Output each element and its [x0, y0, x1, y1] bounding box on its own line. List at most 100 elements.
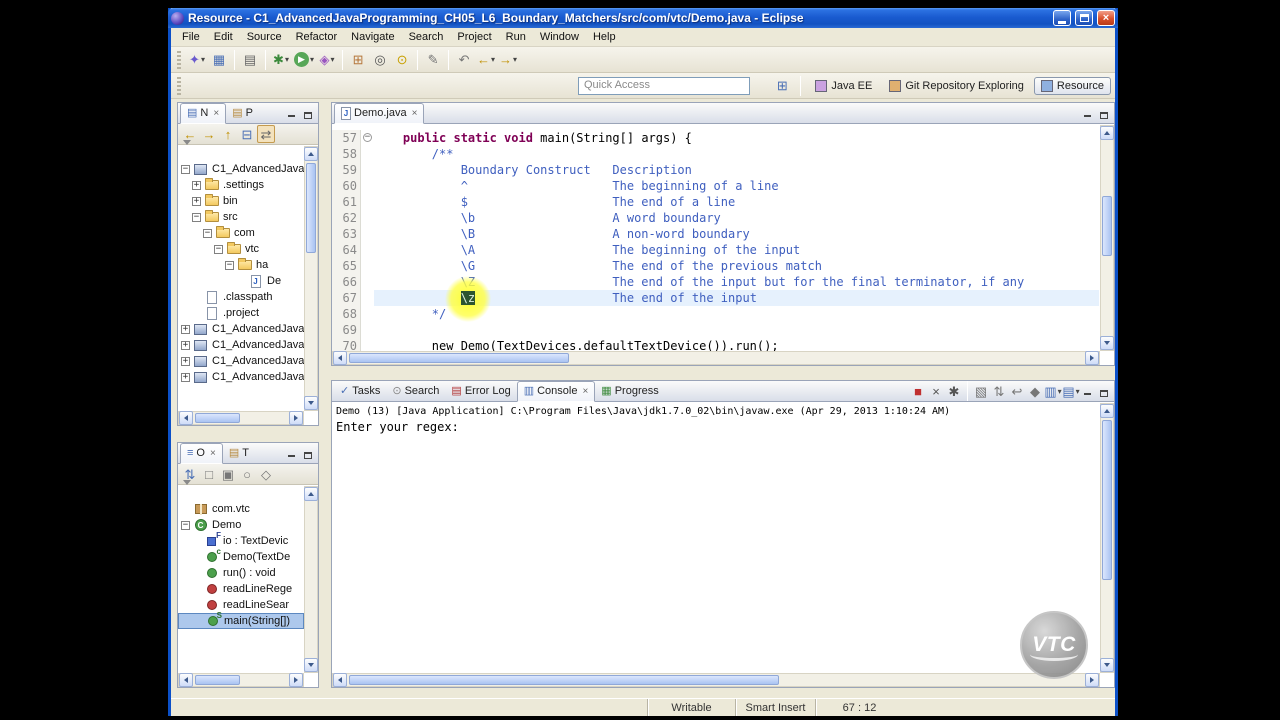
navigator-hscrollbar[interactable]	[178, 411, 304, 425]
scroll-down-button[interactable]	[1100, 336, 1114, 350]
editor-maximize-button[interactable]	[1097, 107, 1111, 119]
tree-item--settings[interactable]: + .settings	[178, 177, 304, 193]
mark-occurrences-button[interactable]: ✎	[422, 49, 444, 71]
clear-console-button[interactable]: ▧	[972, 382, 990, 400]
expand-icon[interactable]: +	[181, 340, 190, 350]
tree-item-c1-advancedjava[interactable]: + C1_AdvancedJava	[178, 369, 304, 385]
console-tab-progress[interactable]: ▦ Progress	[595, 381, 664, 402]
menu-run[interactable]: Run	[499, 29, 533, 45]
scroll-left-button[interactable]	[179, 673, 193, 687]
toolbar-drag-handle[interactable]	[177, 50, 181, 69]
menu-refactor[interactable]: Refactor	[289, 29, 345, 45]
scroll-down-button[interactable]	[304, 658, 318, 672]
scroll-thumb[interactable]	[306, 163, 316, 253]
console-tab-tasks[interactable]: ✓ Tasks	[334, 381, 386, 402]
open-perspective-button[interactable]: ⊞	[771, 75, 793, 97]
navigator-vscrollbar[interactable]	[304, 146, 318, 411]
tree-item-de[interactable]: J De	[178, 273, 304, 289]
tree-item-c1-advancedjava[interactable]: + C1_AdvancedJava	[178, 337, 304, 353]
forward-dropdown-icon[interactable]: ▾	[513, 55, 517, 64]
navigator-tab-package-explorer[interactable]: ▤ P	[226, 103, 259, 124]
outline-minimize-button[interactable]	[284, 447, 298, 459]
open-console-button[interactable]: ▤ ▾	[1062, 382, 1080, 400]
console-tab-search[interactable]: ⊙ Search	[386, 381, 445, 402]
tree-item-c1-advancedjava[interactable]: + C1_AdvancedJava	[178, 353, 304, 369]
close-tab-icon[interactable]: ×	[210, 448, 216, 459]
console-tab-error-log[interactable]: ▤ Error Log	[445, 381, 516, 402]
close-button[interactable]: ×	[1097, 10, 1115, 26]
back-dropdown-icon[interactable]: ▾	[491, 55, 495, 64]
hide-local-types-button[interactable]: ◇	[257, 465, 275, 483]
title-bar[interactable]: Resource - C1_AdvancedJavaProgramming_CH…	[168, 8, 1118, 28]
tree-item-com-vtc[interactable]: com.vtc	[178, 501, 304, 517]
scroll-right-button[interactable]	[1085, 351, 1099, 365]
menu-navigate[interactable]: Navigate	[344, 29, 401, 45]
up-button[interactable]: ↑	[219, 125, 237, 143]
hide-non-public-members-button[interactable]: ○	[238, 465, 256, 483]
outline-hscrollbar[interactable]	[178, 673, 304, 687]
perspective-java-ee[interactable]: Java EE	[808, 77, 879, 95]
external-tools-button[interactable]: ◈ ▾	[316, 49, 338, 71]
editor-vscrollbar[interactable]	[1100, 125, 1114, 351]
outline-tab-templates[interactable]: ▤ T	[223, 443, 255, 464]
console-minimize-button[interactable]	[1080, 385, 1094, 397]
navigator-minimize-button[interactable]	[284, 107, 298, 119]
console-tab-console[interactable]: ▥ Console ×	[516, 380, 596, 402]
editor-minimize-button[interactable]	[1080, 107, 1094, 119]
navigator-tab-project-explorer[interactable]: ▤ N ×	[180, 102, 227, 124]
scroll-thumb[interactable]	[195, 675, 240, 685]
open-type-button[interactable]: ◎	[369, 49, 391, 71]
debug-dropdown-icon[interactable]: ▾	[285, 55, 289, 64]
perspective-git-repository-exploring[interactable]: Git Repository Exploring	[882, 77, 1031, 95]
remove-all-launches-button[interactable]: ✱	[945, 382, 963, 400]
link-with-editor-button[interactable]: ⇄	[257, 125, 275, 143]
terminate-button[interactable]: ■	[909, 382, 927, 400]
collapse-all-button[interactable]: ⊟	[238, 125, 256, 143]
menu-search[interactable]: Search	[402, 29, 451, 45]
new-wizard-button[interactable]: ✦ ▾	[186, 49, 208, 71]
outline-tree[interactable]: com.vtc − C Demo Fio : TextDevic c Demo(TextDe…	[178, 501, 304, 673]
console-hscrollbar[interactable]	[332, 673, 1100, 687]
outline-maximize-button[interactable]	[301, 447, 315, 459]
editor-hscrollbar[interactable]	[332, 351, 1100, 365]
menu-project[interactable]: Project	[450, 29, 498, 45]
scroll-left-button[interactable]	[333, 351, 347, 365]
outline-tab-outline[interactable]: ≡ O ×	[180, 442, 223, 464]
tree-item-readlinesear[interactable]: readLineSear	[178, 597, 304, 613]
menu-edit[interactable]: Edit	[207, 29, 240, 45]
minimize-button[interactable]	[1053, 10, 1071, 26]
scroll-lock-button[interactable]: ⇅	[990, 382, 1008, 400]
expand-icon[interactable]: +	[181, 356, 190, 366]
collapse-icon[interactable]: −	[225, 260, 234, 270]
scroll-down-button[interactable]	[304, 396, 318, 410]
close-tab-icon[interactable]: ×	[412, 108, 418, 119]
editor-tab-demo-java[interactable]: J Demo.java ×	[334, 102, 425, 124]
quick-access-input[interactable]: Quick Access	[578, 76, 750, 95]
scroll-left-button[interactable]	[179, 411, 193, 425]
navigator-maximize-button[interactable]	[301, 107, 315, 119]
console-output[interactable]: Enter your regex:	[332, 418, 1114, 436]
back-button[interactable]: ← ▾	[475, 49, 497, 71]
project-tree[interactable]: − C1_AdvancedJava + .settings + bin − src − com − v…	[178, 161, 304, 411]
outline-vscrollbar[interactable]	[304, 486, 318, 673]
collapse-icon[interactable]: −	[192, 212, 201, 222]
pin-console-button[interactable]: ◆	[1026, 382, 1044, 400]
save-button[interactable]: ▦	[208, 49, 230, 71]
run-dropdown-icon[interactable]: ▾	[310, 55, 314, 64]
scroll-up-button[interactable]	[304, 487, 318, 501]
remove-launch-button[interactable]: ×	[927, 382, 945, 400]
scroll-right-button[interactable]	[1085, 673, 1099, 687]
scroll-thumb[interactable]	[349, 353, 569, 363]
tree-item-readlinerege[interactable]: readLineRege	[178, 581, 304, 597]
display-selected-console-button[interactable]: ▥ ▾	[1044, 382, 1062, 400]
collapse-icon[interactable]: −	[181, 164, 190, 174]
tree-item-main-string-[interactable]: Smain(String[])	[178, 611, 304, 629]
view-menu-icon[interactable]	[183, 480, 191, 502]
debug-button[interactable]: ✱ ▾	[270, 49, 292, 71]
last-edit-location-button[interactable]: ↶	[453, 49, 475, 71]
tree-item-io-textdevic[interactable]: Fio : TextDevic	[178, 531, 304, 549]
menu-window[interactable]: Window	[533, 29, 586, 45]
menu-help[interactable]: Help	[586, 29, 623, 45]
search-button[interactable]: ⊙	[391, 49, 413, 71]
toolbar-drag-handle[interactable]	[177, 76, 181, 95]
